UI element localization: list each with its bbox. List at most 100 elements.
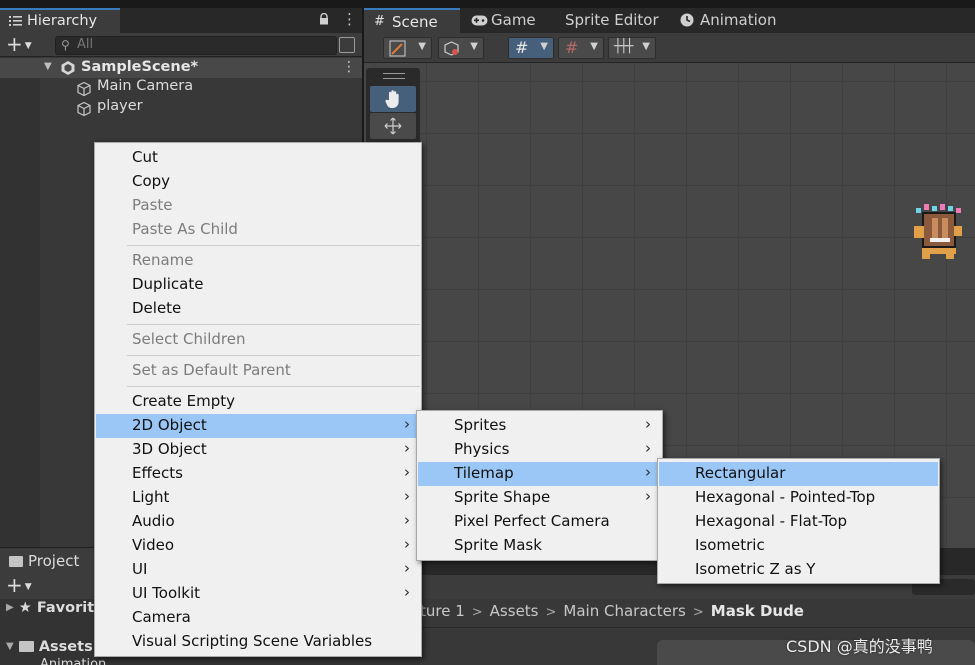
- hierarchy-item-label: Main Camera: [97, 78, 194, 94]
- ruler-dropdown[interactable]: ┼┼┼ ▼: [608, 37, 656, 59]
- menu-item-visual-scripting-scene-variables[interactable]: Visual Scripting Scene Variables: [96, 630, 420, 654]
- expand-arrow-icon[interactable]: ▶: [6, 602, 14, 613]
- menu-item-ui[interactable]: UI ›: [96, 558, 420, 582]
- menu-item-duplicate[interactable]: Duplicate: [96, 273, 420, 297]
- chevron-right-icon: ›: [645, 463, 651, 481]
- menu-item-isometric[interactable]: Isometric: [659, 534, 938, 558]
- menu-item-hexagonal-pointed-top[interactable]: Hexagonal - Pointed-Top: [659, 486, 938, 510]
- chevron-right-icon: ›: [404, 559, 410, 577]
- menu-item-physics[interactable]: Physics ›: [418, 438, 661, 462]
- menu-item-hexagonal-flat-top[interactable]: Hexagonal - Flat-Top: [659, 510, 938, 534]
- hierarchy-search-input[interactable]: ⚲ All: [55, 36, 337, 55]
- hierarchy-context-menu: Cut Copy Paste Paste As Child Rename Dup…: [94, 142, 422, 657]
- move-tool-button[interactable]: [370, 113, 416, 139]
- hierarchy-more-icon[interactable]: ⋮: [342, 10, 357, 28]
- menu-item-isometric-z-as-y[interactable]: Isometric Z as Y: [659, 558, 938, 582]
- scene-root-row[interactable]: ▼ SampleScene* ⋮: [0, 58, 362, 78]
- menu-item-rectangular[interactable]: Rectangular: [659, 462, 938, 486]
- menu-item-delete[interactable]: Delete: [96, 297, 420, 321]
- menu-item-pixel-perfect-camera[interactable]: Pixel Perfect Camera: [418, 510, 661, 534]
- snap-magnet-icon: #: [565, 38, 579, 57]
- tab-label: Game: [491, 11, 536, 29]
- expand-arrow-icon[interactable]: ▼: [44, 61, 52, 72]
- menu-item-create-empty[interactable]: Create Empty: [96, 390, 420, 414]
- project-create-button[interactable]: + ▼: [6, 575, 32, 600]
- menu-item-cut[interactable]: Cut: [96, 146, 420, 170]
- tab-animation[interactable]: Animation: [680, 8, 780, 33]
- chevron-right-icon: ›: [404, 415, 410, 433]
- expand-arrow-icon[interactable]: ▼: [6, 641, 14, 652]
- menu-item-light[interactable]: Light ›: [96, 486, 420, 510]
- animation-clock-icon: [680, 13, 694, 27]
- chevron-right-icon: ›: [404, 463, 410, 481]
- breadcrumb: ture 1 > Assets > Main Characters > Mask Dude: [420, 602, 804, 620]
- breadcrumb-item[interactable]: ture 1: [420, 602, 465, 620]
- breadcrumb-item[interactable]: Main Characters: [563, 602, 685, 620]
- breadcrumb-item[interactable]: Assets: [490, 602, 539, 620]
- hand-icon: [385, 90, 399, 108]
- animation-folder-label: Animation: [40, 657, 107, 665]
- chevron-right-icon: >: [471, 605, 483, 620]
- menu-item-tilemap[interactable]: Tilemap ›: [418, 462, 661, 486]
- hierarchy-gutter: [0, 57, 40, 547]
- chevron-down-icon: ▼: [642, 41, 650, 52]
- menu-item-set-default-parent: Set as Default Parent: [132, 361, 291, 379]
- menu-item-2d-object[interactable]: 2D Object ›: [96, 414, 420, 438]
- gameobject-cube-icon: [77, 101, 91, 117]
- breadcrumb-item-current[interactable]: Mask Dude: [711, 602, 804, 620]
- assets-folder-row[interactable]: ▼ Assets: [6, 639, 93, 655]
- gamepad-icon: [471, 15, 488, 26]
- tab-hierarchy[interactable]: Hierarchy: [0, 8, 120, 33]
- hierarchy-item-main-camera[interactable]: Main Camera: [76, 78, 256, 98]
- increment-snap-dropdown[interactable]: # ▼: [558, 37, 604, 59]
- grid-snap-icon: #: [515, 38, 529, 57]
- menu-item-sprites[interactable]: Sprites ›: [418, 414, 661, 438]
- chevron-right-icon: >: [692, 605, 704, 620]
- chevron-down-icon: ▼: [418, 41, 426, 52]
- animation-folder-row[interactable]: Animation: [40, 657, 106, 665]
- chevron-down-icon: ▼: [470, 41, 478, 52]
- tab-game[interactable]: Game: [466, 8, 556, 33]
- menu-item-sprite-shape[interactable]: Sprite Shape ›: [418, 486, 661, 510]
- tab-project[interactable]: Project: [0, 548, 95, 575]
- palette-grip[interactable]: [383, 73, 405, 79]
- menu-item-select-children: Select Children: [132, 330, 246, 348]
- tab-project-label: Project: [28, 552, 80, 570]
- tab-hierarchy-label: Hierarchy: [27, 13, 98, 29]
- grid-icon: #: [374, 14, 385, 29]
- folder-icon: [18, 641, 34, 652]
- menu-item-camera[interactable]: Camera: [96, 606, 420, 630]
- menu-item-sprite-mask[interactable]: Sprite Mask: [418, 534, 661, 558]
- tab-scene[interactable]: # Scene: [364, 8, 460, 33]
- menu-item-3d-object[interactable]: 3D Object ›: [96, 438, 420, 462]
- tab-sprite-editor[interactable]: Sprite Editor: [565, 8, 665, 33]
- shading-dropdown[interactable]: ▼: [438, 37, 484, 59]
- ruler-icon: ┼┼┼: [614, 39, 634, 54]
- menu-item-copy[interactable]: Copy: [96, 170, 420, 194]
- favorites-row[interactable]: ▶ ★ Favorit: [6, 600, 94, 616]
- chevron-right-icon: ›: [404, 511, 410, 529]
- grid-snapping-dropdown[interactable]: # ▼: [508, 37, 554, 59]
- gameobject-cube-icon: [77, 81, 91, 97]
- lock-icon[interactable]: [318, 13, 330, 25]
- menu-separator: [127, 386, 420, 387]
- mask-dude-sprite[interactable]: [912, 204, 964, 262]
- menu-item-ui-toolkit[interactable]: UI Toolkit ›: [96, 582, 420, 606]
- hand-tool-button[interactable]: [370, 86, 416, 112]
- favorites-label: Favorit: [36, 600, 95, 616]
- chevron-right-icon: ›: [645, 415, 651, 433]
- hierarchy-item-player[interactable]: player: [76, 98, 196, 118]
- scene-more-icon[interactable]: ⋮: [342, 59, 356, 75]
- menu-item-paste: Paste: [132, 196, 173, 214]
- menu-item-video[interactable]: Video ›: [96, 534, 420, 558]
- search-by-type-icon[interactable]: [339, 37, 355, 53]
- draw-mode-dropdown[interactable]: ▼: [383, 37, 432, 59]
- assets-label: Assets: [38, 639, 93, 655]
- menu-separator: [127, 355, 420, 356]
- breadcrumb-divider: [420, 627, 975, 628]
- create-dropdown-button[interactable]: + ▼: [6, 34, 40, 55]
- menu-item-effects[interactable]: Effects ›: [96, 462, 420, 486]
- chevron-right-icon: ›: [645, 487, 651, 505]
- tab-label: Scene: [392, 13, 438, 31]
- menu-item-audio[interactable]: Audio ›: [96, 510, 420, 534]
